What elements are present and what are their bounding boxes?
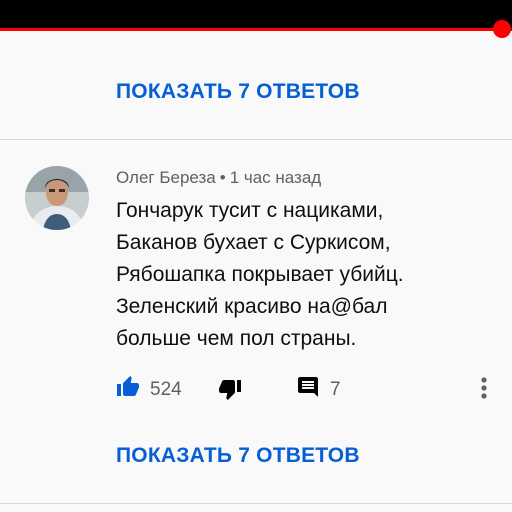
comment-meta: Олег Береза • 1 час назад	[116, 168, 321, 188]
comment-line: Зеленский красиво на@бал	[116, 295, 388, 318]
comment-divider	[0, 503, 512, 504]
more-vert-icon[interactable]	[474, 376, 494, 400]
comment-text: Гончарук тусит с нациками, Баканов бухае…	[116, 195, 506, 355]
reply-action: 7	[296, 375, 341, 404]
thumb-down-icon[interactable]	[218, 377, 242, 406]
comment-icon[interactable]	[296, 375, 320, 404]
avatar[interactable]	[25, 166, 89, 230]
show-replies-button[interactable]: ПОКАЗАТЬ 7 ОТВЕТОВ	[116, 444, 360, 468]
dislike-action	[218, 377, 242, 406]
comment-line: Баканов бухает с Суркисом,	[116, 231, 391, 254]
reply-count: 7	[330, 378, 341, 400]
comment-line: больше чем пол страны.	[116, 327, 357, 350]
comment-line: Рябошапка покрывает убийц.	[116, 263, 404, 286]
meta-separator: •	[219, 168, 226, 187]
scrub-handle[interactable]	[492, 20, 511, 38]
comment-divider	[0, 139, 512, 140]
show-replies-button[interactable]: ПОКАЗАТЬ 7 ОТВЕТОВ	[116, 80, 360, 104]
progress-fill	[0, 28, 502, 31]
thumb-up-icon[interactable]	[116, 375, 140, 404]
comment-line: Гончарук тусит с нациками,	[116, 199, 384, 222]
like-count: 524	[150, 378, 182, 400]
comment-author[interactable]: Олег Береза	[116, 168, 216, 187]
like-action: 524	[116, 375, 182, 404]
comment-time[interactable]: 1 час назад	[230, 168, 322, 187]
video-player-bar	[0, 0, 512, 30]
